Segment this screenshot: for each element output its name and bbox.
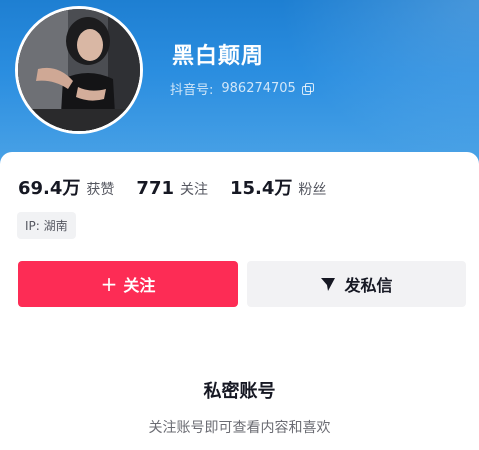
- profile-screen: 黑白颠周 抖音号: 986274705 69.4万 获赞 771 关注 15.4…: [0, 0, 479, 450]
- send-message-label: 发私信: [344, 276, 393, 295]
- stat-following[interactable]: 771 关注: [136, 178, 208, 199]
- stat-followers-label: 粉丝: [298, 182, 327, 198]
- copy-icon[interactable]: [301, 82, 314, 95]
- send-icon: [320, 276, 336, 292]
- account-id-row: 抖音号: 986274705: [170, 79, 314, 98]
- stat-followers-value: 15.4万: [230, 178, 293, 199]
- account-id-value: 986274705: [221, 81, 296, 96]
- profile-stats: 69.4万 获赞 771 关注 15.4万 粉丝: [18, 174, 348, 200]
- ip-location-tag: IP: 湖南: [17, 212, 76, 239]
- stat-following-value: 771: [136, 178, 174, 199]
- stat-following-label: 关注: [180, 182, 208, 198]
- stat-likes[interactable]: 69.4万 获赞: [18, 174, 114, 200]
- private-account-subtitle: 关注账号即可查看内容和喜欢: [148, 420, 331, 436]
- follow-button-label: 关注: [123, 276, 156, 295]
- profile-photo-icon: [18, 9, 140, 131]
- account-id-label: 抖音号:: [170, 83, 214, 98]
- profile-nickname: 黑白颠周: [172, 44, 265, 69]
- stat-followers[interactable]: 15.4万 粉丝: [230, 174, 326, 200]
- stat-likes-label: 获赞: [86, 182, 115, 198]
- private-account-title: 私密账号: [203, 381, 276, 402]
- follow-button[interactable]: + 关注: [18, 261, 238, 307]
- avatar[interactable]: [15, 6, 143, 134]
- plus-icon: +: [100, 272, 118, 296]
- send-message-button[interactable]: 发私信: [247, 261, 466, 307]
- stat-likes-value: 69.4万: [18, 178, 81, 199]
